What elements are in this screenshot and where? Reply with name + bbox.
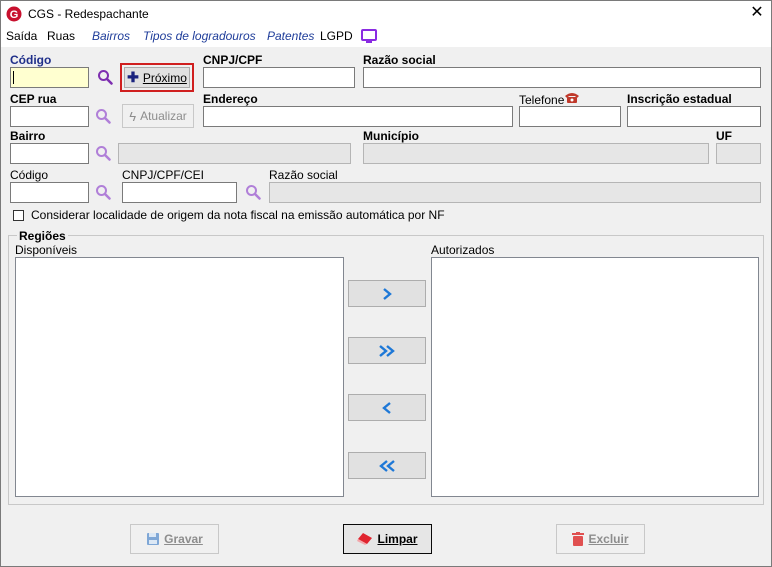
codigo-input[interactable] xyxy=(10,67,89,88)
cnpj-input[interactable] xyxy=(203,67,355,88)
svg-text:G: G xyxy=(10,9,19,21)
codigo2-label: Código xyxy=(10,168,49,182)
regioes-label: Regiões xyxy=(17,229,68,243)
uf-input xyxy=(716,143,761,164)
trash-icon xyxy=(572,532,585,546)
excluir-button[interactable]: Excluir xyxy=(556,524,645,554)
menu-bairros[interactable]: Bairros xyxy=(92,29,130,43)
move-all-right-button[interactable] xyxy=(348,337,426,364)
autorizados-label: Autorizados xyxy=(431,243,495,257)
menu-patentes[interactable]: Patentes xyxy=(267,29,314,43)
move-all-left-button[interactable] xyxy=(348,452,426,479)
menu-saida[interactable]: Saída xyxy=(6,29,37,43)
eraser-icon xyxy=(357,533,373,545)
cnpj-label: CNPJ/CPF xyxy=(203,53,263,67)
chevron-left-icon xyxy=(382,401,391,414)
cep-label: CEP rua xyxy=(10,92,57,106)
proximo-button[interactable]: ✚ Próximo xyxy=(124,67,190,88)
telephone-icon xyxy=(564,91,580,107)
limpar-button[interactable]: Limpar xyxy=(343,524,432,554)
endereco-label: Endereço xyxy=(203,92,258,106)
move-left-button[interactable] xyxy=(348,394,426,421)
codigo-label: Código xyxy=(10,53,52,67)
double-chevron-left-icon xyxy=(379,459,395,472)
excluir-label: Excluir xyxy=(588,532,629,546)
localidade-checkbox[interactable] xyxy=(13,210,24,221)
ie-label: Inscrição estadual xyxy=(627,92,732,106)
bairro-label: Bairro xyxy=(10,129,46,143)
telefone-input[interactable] xyxy=(519,106,621,127)
autorizados-list[interactable] xyxy=(431,257,759,497)
razao-social-input[interactable] xyxy=(363,67,761,88)
uf-label: UF xyxy=(716,129,732,143)
double-chevron-right-icon xyxy=(379,344,395,357)
codigo2-input[interactable] xyxy=(10,182,89,203)
search-codigo-icon[interactable] xyxy=(97,69,113,85)
search-bairro-icon[interactable] xyxy=(95,145,111,161)
menu-bar: Saída Ruas Bairros Tipos de logradouros … xyxy=(1,27,771,47)
proximo-label: Próximo xyxy=(142,70,187,85)
lightning-icon: ϟ xyxy=(129,108,137,124)
search-cnpjcei-icon[interactable] xyxy=(245,184,261,200)
telefone-label: Telefone xyxy=(519,93,565,107)
razao-social-label: Razão social xyxy=(363,53,436,67)
menu-ruas[interactable]: Ruas xyxy=(47,29,75,43)
cnpjcei-label: CNPJ/CPF/CEI xyxy=(122,168,205,182)
bairro-nome-input xyxy=(118,143,351,164)
razao2-label: Razão social xyxy=(269,168,338,182)
bairro-input[interactable] xyxy=(10,143,89,164)
municipio-label: Município xyxy=(363,129,419,143)
gravar-button[interactable]: Gravar xyxy=(130,524,219,554)
disponiveis-list[interactable] xyxy=(15,257,344,497)
move-right-button[interactable] xyxy=(348,280,426,307)
title-bar: G CGS - Redespachante ✕ xyxy=(1,1,771,27)
app-logo-icon: G xyxy=(6,6,22,25)
limpar-label: Limpar xyxy=(377,532,418,546)
menu-lgpd[interactable]: LGPD xyxy=(320,29,353,43)
search-cep-icon[interactable] xyxy=(95,108,111,124)
monitor-icon[interactable] xyxy=(361,29,377,47)
disponiveis-label: Disponíveis xyxy=(15,243,78,257)
save-icon xyxy=(147,533,160,545)
cnpjcei-input[interactable] xyxy=(122,182,237,203)
plus-icon: ✚ xyxy=(127,69,139,85)
cep-input[interactable] xyxy=(10,106,89,127)
window-title: CGS - Redespachante xyxy=(28,7,149,21)
close-button[interactable]: ✕ xyxy=(745,2,769,24)
localidade-checkbox-label: Considerar localidade de origem da nota … xyxy=(31,208,445,222)
razao2-input xyxy=(269,182,761,203)
text-cursor xyxy=(13,71,14,84)
atualizar-button[interactable]: ϟ Atualizar xyxy=(122,104,194,128)
ie-input[interactable] xyxy=(627,106,761,127)
main-window: G CGS - Redespachante ✕ Saída Ruas Bairr… xyxy=(0,0,772,567)
endereco-input[interactable] xyxy=(203,106,513,127)
municipio-input xyxy=(363,143,709,164)
chevron-right-icon xyxy=(383,287,392,300)
search-codigo2-icon[interactable] xyxy=(95,184,111,200)
atualizar-label: Atualizar xyxy=(140,109,187,123)
gravar-label: Gravar xyxy=(164,532,203,546)
menu-tipos-logradouros[interactable]: Tipos de logradouros xyxy=(143,29,256,43)
